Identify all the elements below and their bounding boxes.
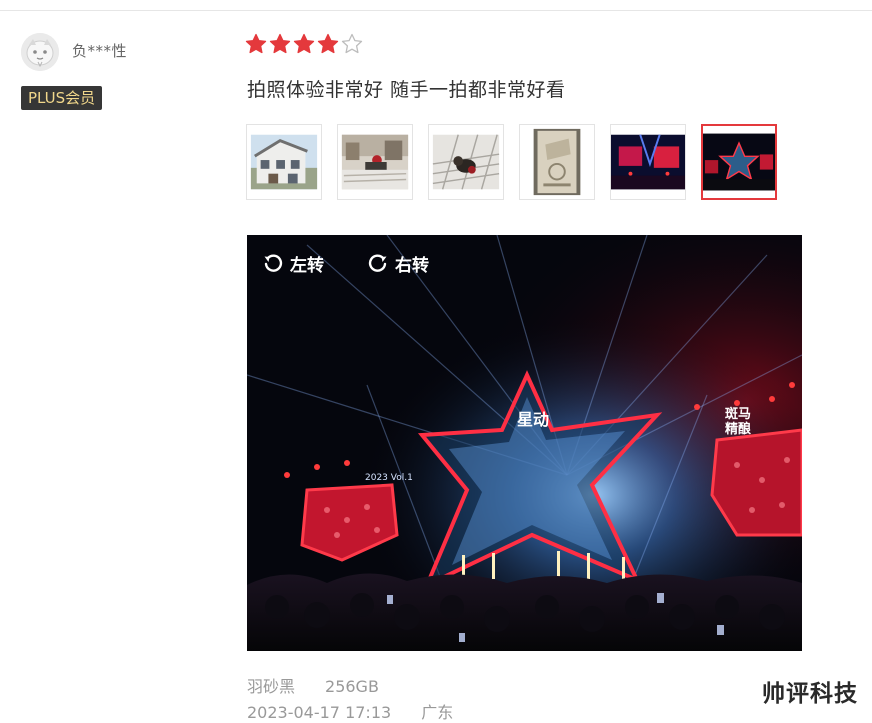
star-empty-icon [341, 33, 363, 55]
top-divider [0, 10, 872, 11]
screen-sign-line2: 精酿 [725, 421, 752, 437]
review-text: 拍照体验非常好 随手一拍都非常好看 [247, 79, 566, 101]
default-avatar-icon [21, 33, 59, 71]
thumbnail-street[interactable] [337, 124, 413, 200]
star-filled-icon [293, 33, 315, 55]
review-info-row: 2023-04-17 17:13 广东 [247, 699, 453, 723]
rating-stars [245, 33, 363, 55]
product-storage: 256GB [325, 677, 379, 696]
rotate-right-label: 右转 [395, 255, 429, 276]
cat-photo-icon [432, 134, 500, 190]
thumbnail-cat[interactable] [428, 124, 504, 200]
username: 负***性 [72, 42, 128, 60]
house-photo-icon [250, 134, 318, 190]
stage-sign-text: 星动 [517, 410, 549, 429]
thumbnail-concert-screen[interactable] [610, 124, 686, 200]
concert-stage-photo-icon [703, 133, 775, 191]
product-spec-row: 羽砂黑 256GB [247, 673, 379, 697]
thumbnail-product-box[interactable] [519, 124, 595, 200]
image-viewer[interactable]: 星动 2023 Vol.1 斑马 精酿 左转 右转 [247, 235, 802, 651]
watermark: 帅评科技 [762, 681, 858, 707]
screen-sign-line1: 斑马 [725, 406, 751, 422]
rotate-right-button[interactable]: 右转 [367, 249, 429, 277]
star-filled-icon [245, 33, 267, 55]
plus-member-badge: PLUS会员 [21, 86, 103, 110]
star-filled-icon [269, 33, 291, 55]
review-location: 广东 [421, 703, 454, 722]
review-datetime: 2023-04-17 17:13 [247, 703, 392, 722]
concert-screen-photo-icon [611, 134, 685, 190]
thumbnail-house[interactable] [246, 124, 322, 200]
street-scene-photo-icon [341, 134, 409, 190]
concert-stage-photo: 星动 2023 Vol.1 斑马 精酿 [247, 235, 802, 651]
rotate-right-icon [368, 254, 387, 272]
product-color: 羽砂黑 [247, 677, 296, 696]
rotate-left-label: 左转 [290, 255, 324, 276]
star-filled-icon [317, 33, 339, 55]
user-avatar[interactable] [21, 33, 59, 71]
banner-text: 2023 Vol.1 [365, 473, 413, 483]
thumbnail-concert-stage[interactable] [701, 124, 777, 200]
rotate-left-button[interactable]: 左转 [262, 249, 324, 277]
rotate-left-icon [264, 254, 283, 272]
product-box-photo-icon [533, 128, 581, 196]
